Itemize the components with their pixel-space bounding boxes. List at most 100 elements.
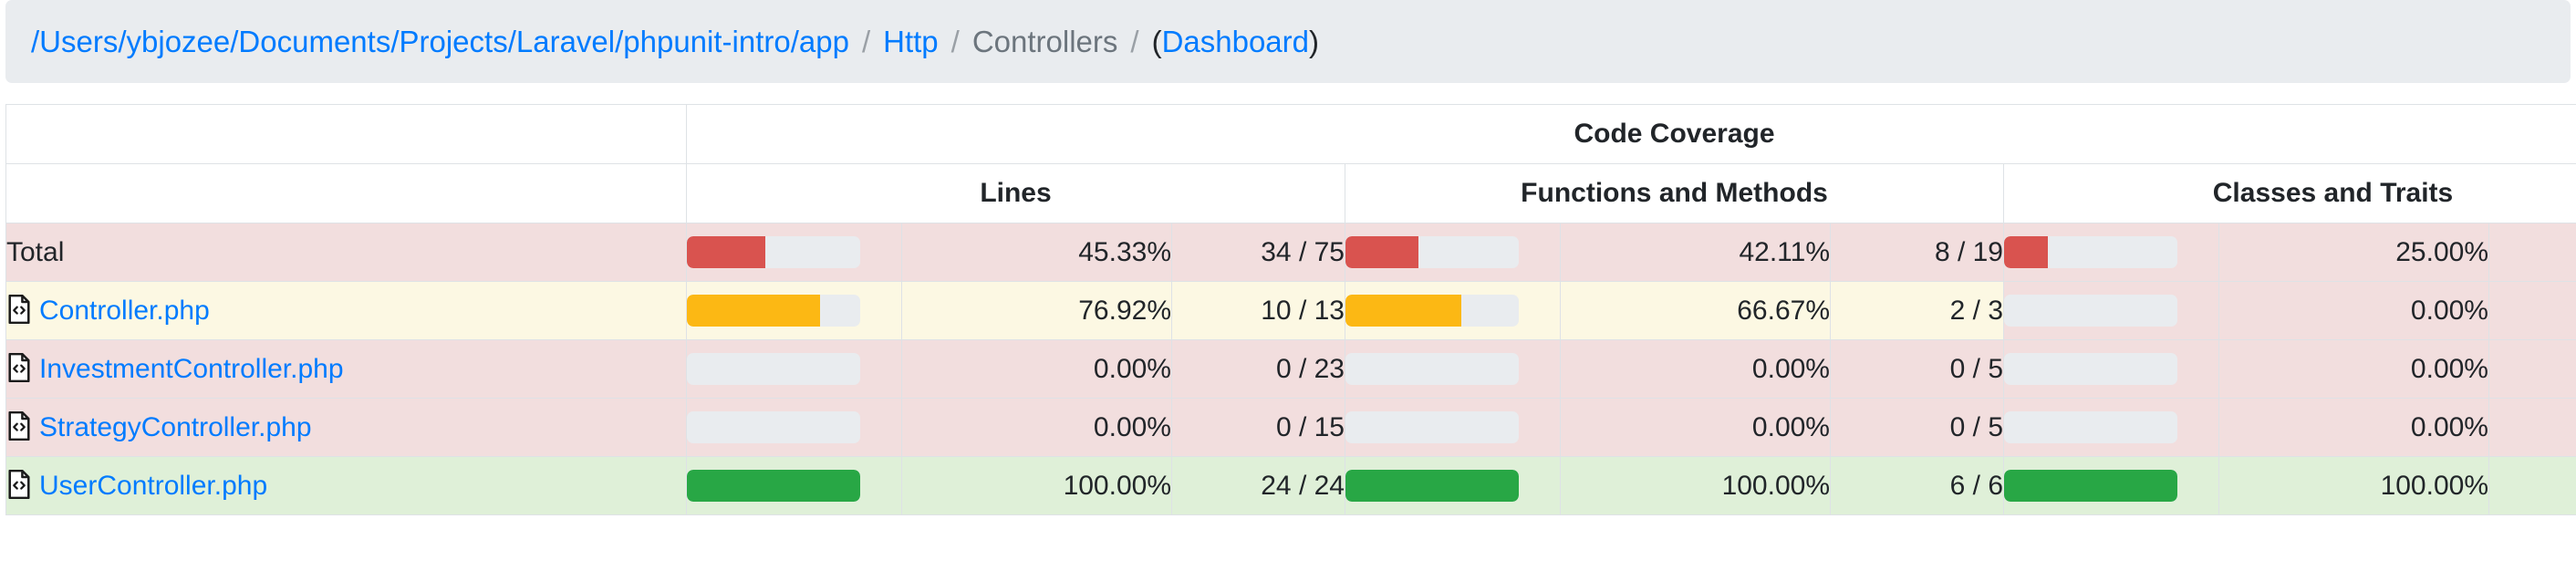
file-code-icon bbox=[7, 469, 33, 500]
cell-coverage-bar bbox=[2003, 339, 2219, 399]
breadcrumb-separator: / bbox=[861, 25, 871, 58]
coverage-progress-fill bbox=[1345, 470, 1519, 502]
cell-coverage-percent: 0.00% bbox=[2218, 281, 2489, 340]
breadcrumb-close-paren: ) bbox=[1309, 25, 1320, 58]
coverage-progress-bar bbox=[1345, 470, 1519, 502]
cell-coverage-ratio: 0 / 1 bbox=[2488, 398, 2576, 457]
cell-coverage-ratio: 0 / 1 bbox=[2488, 339, 2576, 399]
row-label-total: Total bbox=[6, 236, 65, 267]
header-code-coverage: Code Coverage bbox=[685, 104, 2576, 164]
cell-file-name: Total bbox=[5, 223, 687, 282]
breadcrumb-item-controllers: Controllers bbox=[971, 25, 1118, 58]
breadcrumb-separator: / bbox=[1130, 25, 1139, 58]
breadcrumb-bar: /Users/ybjozee/Documents/Projects/Larave… bbox=[5, 0, 2571, 83]
coverage-table-wrapper: Code Coverage Lines Functions and Method… bbox=[5, 104, 2576, 515]
cell-coverage-bar bbox=[686, 339, 902, 399]
cell-coverage-bar bbox=[686, 223, 902, 282]
file-link[interactable]: InvestmentController.php bbox=[39, 354, 344, 384]
coverage-progress-bar bbox=[1345, 236, 1519, 268]
breadcrumb-separator: / bbox=[950, 25, 960, 58]
cell-coverage-percent: 100.00% bbox=[1560, 456, 1831, 515]
coverage-progress-bar bbox=[2004, 411, 2177, 443]
cell-coverage-ratio: 0 / 5 bbox=[1830, 398, 2004, 457]
breadcrumb-item-dashboard[interactable]: Dashboard bbox=[1162, 25, 1309, 58]
coverage-progress-bar bbox=[2004, 353, 2177, 385]
cell-coverage-ratio: 1 / 1 bbox=[2488, 456, 2576, 515]
coverage-progress-bar bbox=[687, 295, 860, 327]
file-link[interactable]: Controller.php bbox=[39, 296, 210, 326]
coverage-progress-bar bbox=[687, 470, 860, 502]
coverage-progress-fill bbox=[1345, 295, 1461, 327]
header-group-classes-and-traits: Classes and Traits bbox=[2002, 163, 2576, 223]
cell-coverage-percent: 76.92% bbox=[901, 281, 1172, 340]
coverage-progress-bar bbox=[2004, 236, 2177, 268]
cell-coverage-bar bbox=[686, 456, 902, 515]
coverage-progress-fill bbox=[1345, 236, 1418, 268]
file-link[interactable]: StrategyController.php bbox=[39, 412, 312, 442]
cell-coverage-percent: 0.00% bbox=[2218, 339, 2489, 399]
header-blank-name bbox=[5, 163, 687, 223]
cell-coverage-ratio: 2 / 3 bbox=[1830, 281, 2004, 340]
cell-coverage-percent: 25.00% bbox=[2218, 223, 2489, 282]
coverage-progress-bar bbox=[687, 236, 860, 268]
cell-coverage-ratio: 0 / 5 bbox=[1830, 339, 2004, 399]
cell-coverage-percent: 100.00% bbox=[2218, 456, 2489, 515]
table-row: StrategyController.php 0.00% 0 / 15 0.00% 0 … bbox=[5, 398, 2576, 457]
table-row: InvestmentController.php 0.00% 0 / 23 0.00%… bbox=[5, 339, 2576, 399]
coverage-progress-bar bbox=[1345, 353, 1519, 385]
cell-coverage-ratio: 10 / 13 bbox=[1171, 281, 1345, 340]
cell-coverage-percent: 0.00% bbox=[901, 339, 1172, 399]
cell-coverage-bar bbox=[2003, 281, 2219, 340]
cell-coverage-percent: 66.67% bbox=[1560, 281, 1831, 340]
cell-coverage-percent: 45.33% bbox=[901, 223, 1172, 282]
coverage-table-head: Code Coverage Lines Functions and Method… bbox=[5, 104, 2576, 223]
cell-coverage-ratio: 0 / 23 bbox=[1171, 339, 1345, 399]
cell-coverage-bar bbox=[2003, 223, 2219, 282]
header-blank-corner bbox=[5, 104, 687, 164]
breadcrumb-open-paren: ( bbox=[1151, 25, 1162, 58]
cell-coverage-ratio: 34 / 75 bbox=[1171, 223, 1345, 282]
cell-coverage-percent: 42.11% bbox=[1560, 223, 1831, 282]
header-group-lines: Lines bbox=[686, 163, 1345, 223]
coverage-progress-fill bbox=[687, 295, 821, 327]
file-code-icon bbox=[7, 352, 33, 383]
cell-coverage-ratio: 1 / 4 bbox=[2488, 223, 2576, 282]
cell-coverage-bar bbox=[1345, 281, 1561, 340]
cell-coverage-ratio: 8 / 19 bbox=[1830, 223, 2004, 282]
breadcrumb-item-http[interactable]: Http bbox=[883, 25, 939, 58]
cell-coverage-bar bbox=[686, 281, 902, 340]
coverage-progress-bar bbox=[1345, 295, 1519, 327]
cell-coverage-bar bbox=[1345, 339, 1561, 399]
cell-coverage-percent: 0.00% bbox=[901, 398, 1172, 457]
header-group-functions-and-methods: Functions and Methods bbox=[1345, 163, 2004, 223]
file-link[interactable]: UserController.php bbox=[39, 471, 267, 501]
coverage-progress-fill bbox=[687, 236, 766, 268]
cell-coverage-bar bbox=[1345, 456, 1561, 515]
cell-coverage-bar bbox=[686, 398, 902, 457]
cell-coverage-percent: 0.00% bbox=[2218, 398, 2489, 457]
cell-coverage-bar bbox=[2003, 398, 2219, 457]
coverage-progress-bar bbox=[2004, 470, 2177, 502]
table-row: Controller.php 76.92% 10 / 13 66.67% 2 / 3 0.… bbox=[5, 281, 2576, 340]
coverage-progress-bar bbox=[687, 353, 860, 385]
coverage-progress-bar bbox=[687, 411, 860, 443]
cell-coverage-percent: 100.00% bbox=[901, 456, 1172, 515]
cell-coverage-percent: 0.00% bbox=[1560, 398, 1831, 457]
coverage-progress-fill bbox=[687, 470, 860, 502]
cell-coverage-ratio: 0 / 1 bbox=[2488, 281, 2576, 340]
coverage-progress-bar bbox=[1345, 411, 1519, 443]
coverage-progress-bar bbox=[2004, 295, 2177, 327]
cell-file-name: UserController.php bbox=[5, 456, 687, 515]
breadcrumb-item-root[interactable]: /Users/ybjozee/Documents/Projects/Larave… bbox=[31, 25, 849, 58]
coverage-table-body: Total45.33%34 / 7542.11%8 / 1925.00%1 / … bbox=[5, 223, 2576, 515]
table-row: UserController.php 100.00% 24 / 24 100.00% 6… bbox=[5, 456, 2576, 515]
cell-coverage-ratio: 6 / 6 bbox=[1830, 456, 2004, 515]
file-code-icon bbox=[7, 294, 33, 325]
coverage-progress-fill bbox=[2004, 236, 2048, 268]
cell-file-name: InvestmentController.php bbox=[5, 339, 687, 399]
cell-coverage-ratio: 0 / 15 bbox=[1171, 398, 1345, 457]
file-code-icon bbox=[7, 410, 33, 441]
table-header-row-top: Code Coverage bbox=[5, 104, 2576, 164]
coverage-progress-fill bbox=[2004, 470, 2177, 502]
cell-coverage-percent: 0.00% bbox=[1560, 339, 1831, 399]
